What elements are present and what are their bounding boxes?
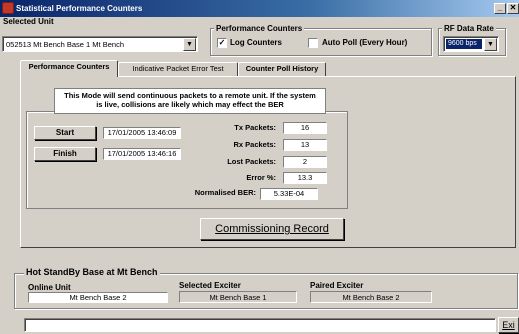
performance-counters-label: Performance Counters [214, 24, 305, 33]
tx-packets-value: 16 [283, 122, 327, 134]
rf-data-rate-label: RF Data Rate [442, 24, 496, 33]
error-percent-label: Error %: [246, 173, 276, 182]
error-percent-value: 13.3 [283, 172, 327, 184]
rf-data-rate-value: 9600 bps [446, 39, 482, 49]
selected-exciter-value: Mt Bench Base 1 [179, 291, 297, 303]
tx-packets-label: Tx Packets: [234, 123, 276, 132]
lost-packets-value: 2 [283, 156, 327, 168]
minimize-button[interactable]: _ [494, 3, 506, 14]
rx-packets-label: Rx Packets: [233, 140, 276, 149]
tab-performance-counters[interactable]: Performance Counters [20, 60, 118, 77]
log-counters-checkbox[interactable]: ✓ [217, 38, 227, 48]
lost-packets-label: Lost Packets: [227, 157, 276, 166]
paired-exciter-label: Paired Exciter [310, 281, 364, 290]
warning-text: This Mode will send continuous packets t… [54, 88, 326, 114]
start-button[interactable]: Start [34, 126, 96, 140]
selected-unit-dropdown[interactable]: 052513 Mt Bench Base 1 Mt Bench ▼ [2, 36, 198, 52]
chevron-down-icon[interactable]: ▼ [183, 38, 196, 51]
paired-exciter-value: Mt Bench Base 2 [310, 291, 432, 303]
close-button[interactable]: ✕ [507, 3, 519, 14]
tab-counter-poll-history[interactable]: Counter Poll History [238, 62, 326, 76]
title-bar[interactable]: Statistical Performance Counters _ ✕ [0, 0, 519, 17]
exit-button[interactable]: Exi [498, 317, 519, 333]
rx-packets-value: 13 [283, 139, 327, 151]
start-time: 17/01/2005 13:46:09 [103, 127, 181, 139]
selected-exciter-label: Selected Exciter [179, 281, 241, 290]
finish-time: 17/01/2005 13:46:16 [103, 148, 181, 160]
online-unit-value: Mt Bench Base 2 [28, 292, 168, 303]
selected-unit-value: 052513 Mt Bench Base 1 Mt Bench [6, 40, 124, 49]
app-icon [2, 2, 14, 14]
auto-poll-label: Auto Poll (Every Hour) [322, 38, 408, 47]
normalised-ber-value: 5.33E-04 [260, 188, 318, 200]
chevron-down-icon[interactable]: ▼ [484, 38, 497, 51]
finish-button[interactable]: Finish [34, 147, 96, 161]
online-unit-label: Online Unit [28, 283, 71, 292]
selected-unit-label: Selected Unit [3, 17, 54, 26]
rf-data-rate-dropdown[interactable]: 9600 bps ▼ [443, 36, 499, 52]
auto-poll-checkbox[interactable] [308, 38, 318, 48]
hot-standby-title: Hot StandBy Base at Mt Bench [24, 267, 160, 277]
tab-indicative-packet-error-test[interactable]: Indicative Packet Error Test [118, 62, 238, 76]
normalised-ber-label: Normalised BER: [194, 188, 256, 197]
window-title: Statistical Performance Counters [16, 4, 143, 13]
log-counters-label: Log Counters [230, 38, 282, 47]
status-bar [24, 318, 496, 332]
commissioning-record-button[interactable]: Commissioning Record [200, 218, 344, 240]
